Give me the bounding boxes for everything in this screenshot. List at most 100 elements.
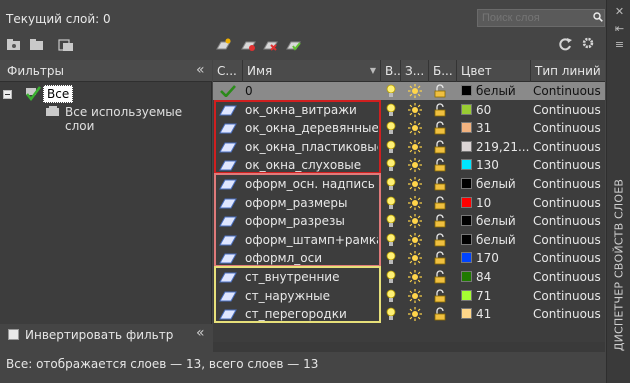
layer-name[interactable]: оформл_оси [243, 249, 378, 267]
col-header-on[interactable]: В... [381, 60, 401, 82]
color-swatch[interactable] [461, 196, 472, 208]
layer-row[interactable]: оформ_штамп+рамка белый Continuous [213, 231, 605, 249]
layer-row[interactable]: ок_окна_витражи 60 Continuous [213, 101, 605, 119]
linetype-name[interactable]: Continuous [531, 194, 605, 212]
layer-name[interactable]: ок_окна_деревянные [243, 119, 378, 137]
color-name[interactable]: 130 [476, 156, 536, 174]
layer-row[interactable]: ст_внутренние 84 Continuous [213, 268, 605, 286]
lightbulb-on-icon[interactable] [386, 177, 396, 191]
auto-hide-icon[interactable]: ⇤ [613, 22, 626, 35]
col-header-freeze[interactable]: З... [401, 60, 429, 82]
layer-name[interactable]: ст_внутренние [243, 268, 378, 286]
unlocked-padlock-icon[interactable] [434, 214, 446, 228]
sun-thawed-icon[interactable] [408, 270, 422, 284]
lightbulb-on-icon[interactable] [386, 103, 396, 117]
new-group-filter-icon[interactable] [29, 38, 45, 52]
delete-layer-icon[interactable] [262, 38, 278, 52]
lightbulb-on-icon[interactable] [386, 121, 396, 135]
linetype-name[interactable]: Continuous [531, 287, 605, 305]
lightbulb-on-icon[interactable] [386, 214, 396, 228]
search-icon[interactable] [593, 12, 603, 22]
unlocked-padlock-icon[interactable] [434, 158, 446, 172]
lightbulb-on-icon[interactable] [386, 233, 396, 247]
color-swatch[interactable] [461, 85, 472, 96]
layer-name[interactable]: оформ_осн. надпись [243, 175, 378, 193]
layer-name[interactable]: ок_окна_слуховые [243, 156, 378, 174]
linetype-name[interactable]: Continuous [531, 268, 605, 286]
col-header-color[interactable]: Цвет [457, 60, 531, 82]
layer-row[interactable]: ок_окна_деревянные 31 Continuous [213, 119, 605, 137]
unlocked-padlock-icon[interactable] [434, 196, 446, 210]
layer-row[interactable]: ст_наружные 71 Continuous [213, 287, 605, 305]
linetype-name[interactable]: Continuous [531, 305, 605, 323]
close-icon[interactable]: ✕ [613, 5, 626, 18]
color-name[interactable]: 31 [476, 119, 536, 137]
color-swatch[interactable] [461, 159, 472, 171]
collapse-filters-icon[interactable]: « [196, 62, 205, 78]
color-name[interactable]: 60 [476, 101, 536, 119]
new-property-filter-icon[interactable] [6, 38, 22, 52]
sun-thawed-icon[interactable] [408, 232, 422, 247]
sun-thawed-icon[interactable] [408, 177, 422, 191]
unlocked-padlock-icon[interactable] [434, 177, 446, 191]
layer-states-manager-icon[interactable] [58, 38, 74, 52]
color-name[interactable]: 84 [476, 268, 536, 286]
layer-row[interactable]: ок_окна_слуховые 130 Continuous [213, 156, 605, 174]
layer-name[interactable]: ок_окна_пластиковые [243, 138, 378, 156]
color-name[interactable]: белый [476, 212, 536, 230]
sun-thawed-icon[interactable] [408, 121, 422, 136]
color-name[interactable]: 41 [476, 305, 536, 323]
col-header-name[interactable]: Имя ▼ [243, 60, 381, 82]
new-layer-vp-frozen-icon[interactable] [240, 38, 256, 52]
color-name[interactable]: белый [476, 175, 536, 193]
lightbulb-on-icon[interactable] [386, 307, 396, 321]
sun-thawed-icon[interactable] [408, 195, 422, 210]
layer-name[interactable]: оформ_размеры [243, 194, 378, 212]
filter-node-used-layers[interactable]: Все используемые слои [65, 105, 211, 133]
color-swatch[interactable] [461, 140, 472, 152]
lightbulb-on-icon[interactable] [386, 196, 396, 210]
lightbulb-on-icon[interactable] [386, 289, 396, 303]
sun-thawed-icon[interactable] [408, 288, 422, 303]
unlocked-padlock-icon[interactable] [434, 307, 446, 321]
color-name[interactable]: 170 [476, 249, 536, 267]
linetype-name[interactable]: Continuous [531, 212, 605, 230]
linetype-name[interactable]: Continuous [531, 101, 605, 119]
sun-thawed-icon[interactable] [408, 158, 422, 173]
unlocked-padlock-icon[interactable] [434, 251, 446, 265]
layer-row[interactable]: ок_окна_пластиковые 219,21... Continuous [213, 138, 605, 156]
sun-thawed-icon[interactable] [408, 251, 422, 266]
unlocked-padlock-icon[interactable] [434, 84, 446, 98]
color-swatch[interactable] [461, 103, 472, 115]
new-layer-icon[interactable] [215, 38, 231, 52]
layer-row[interactable]: оформл_оси 170 Continuous [213, 249, 605, 267]
color-swatch[interactable] [461, 215, 472, 227]
tree-collapse-toggle[interactable] [3, 90, 12, 99]
invert-filter-checkbox[interactable] [8, 329, 19, 340]
layer-name[interactable]: ст_наружные [243, 287, 378, 305]
lightbulb-on-icon[interactable] [386, 84, 396, 98]
color-swatch[interactable] [461, 289, 472, 301]
layer-row[interactable]: 0 белый Continuous [213, 82, 605, 100]
unlocked-padlock-icon[interactable] [434, 289, 446, 303]
color-swatch[interactable] [461, 252, 472, 264]
color-swatch[interactable] [461, 178, 472, 189]
linetype-name[interactable]: Continuous [531, 138, 605, 156]
linetype-name[interactable]: Continuous [531, 249, 605, 267]
layer-search-input[interactable] [477, 9, 605, 27]
properties-menu-icon[interactable]: ≡ [613, 38, 626, 51]
color-name[interactable]: 71 [476, 287, 536, 305]
layer-row[interactable]: оформ_разрезы белый Continuous [213, 212, 605, 230]
refresh-icon[interactable] [557, 37, 573, 51]
unlocked-padlock-icon[interactable] [434, 270, 446, 284]
lightbulb-on-icon[interactable] [386, 251, 396, 265]
layer-name[interactable]: ок_окна_витражи [243, 101, 378, 119]
sun-thawed-icon[interactable] [408, 84, 422, 98]
linetype-name[interactable]: Continuous [531, 156, 605, 174]
horizontal-scrollbar[interactable] [213, 342, 605, 352]
settings-gear-icon[interactable] [580, 36, 596, 50]
set-current-icon[interactable] [285, 38, 301, 52]
linetype-name[interactable]: Continuous [531, 119, 605, 137]
linetype-name[interactable]: Continuous [531, 82, 605, 100]
layer-name[interactable]: оформ_разрезы [243, 212, 378, 230]
